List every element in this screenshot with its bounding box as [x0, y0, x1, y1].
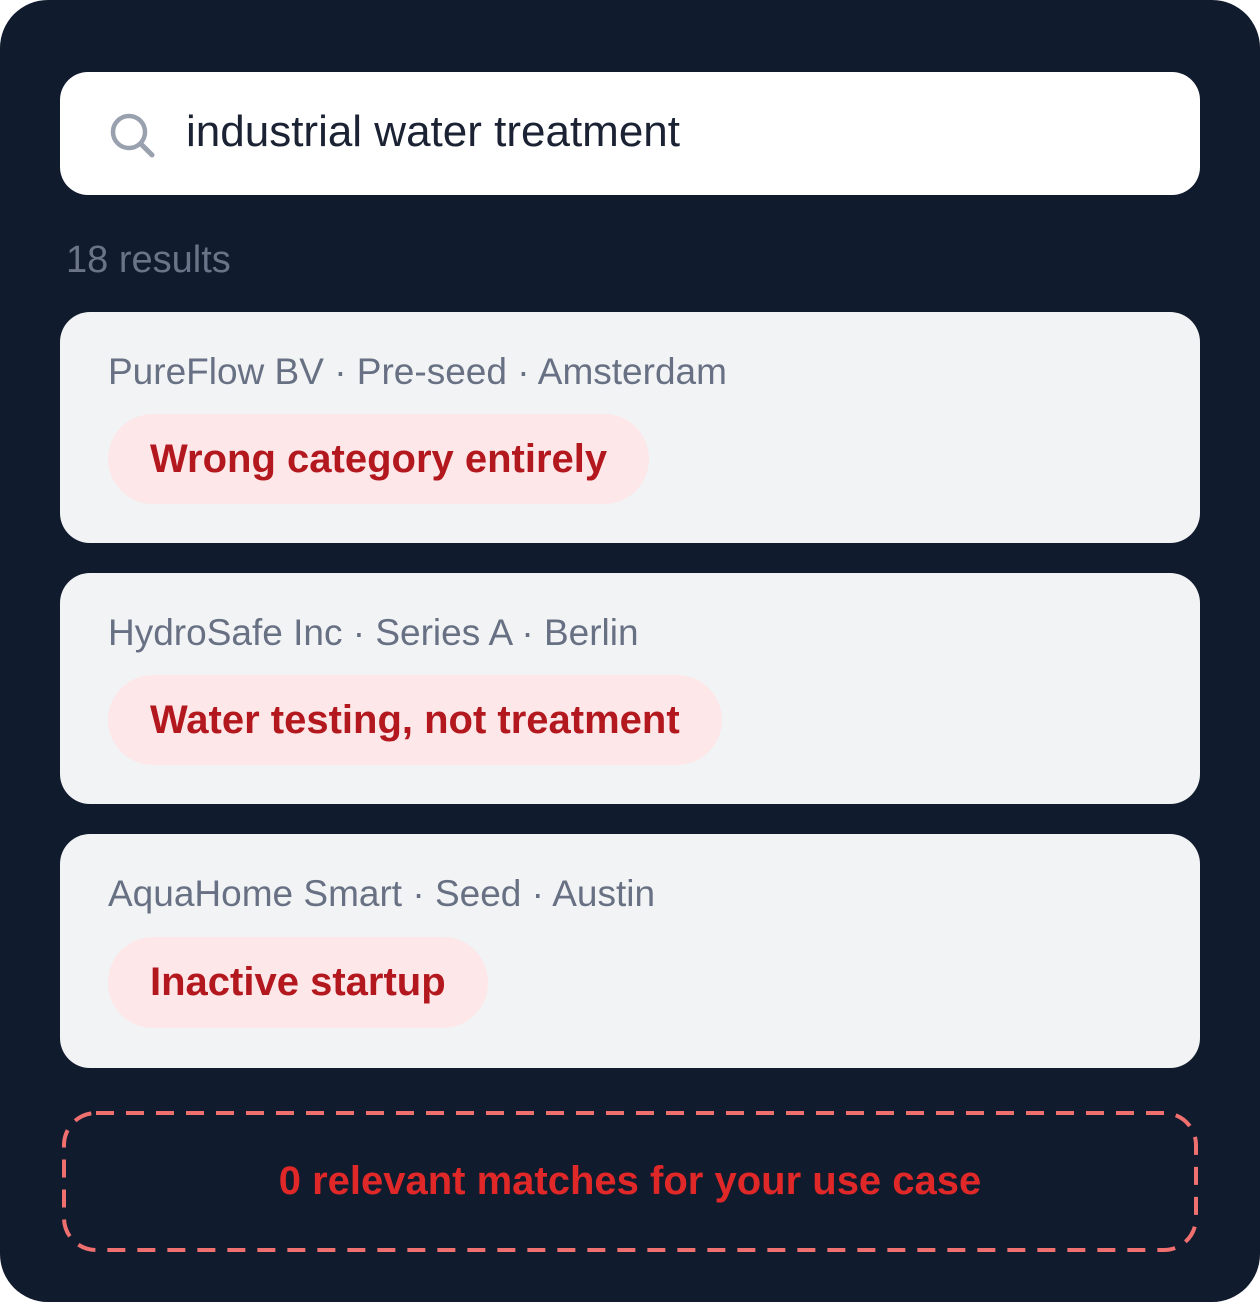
no-matches-banner: 0 relevant matches for your use case	[62, 1111, 1198, 1252]
search-icon	[110, 113, 155, 158]
rejection-tag: Inactive startup	[108, 937, 488, 1028]
result-card[interactable]: HydroSafe Inc · Series A · Berlin Water …	[60, 573, 1200, 804]
result-meta: AquaHome Smart · Seed · Austin	[108, 873, 656, 914]
result-card[interactable]: AquaHome Smart · Seed · Austin Inactive …	[60, 834, 1200, 1068]
result-count: 18 results	[66, 239, 231, 281]
rejection-tag: Wrong category entirely	[108, 414, 650, 504]
search-results-panel: industrial water treatment 18 results Pu…	[0, 0, 1260, 1302]
search-input[interactable]: industrial water treatment	[186, 106, 680, 158]
result-meta: PureFlow BV · Pre-seed · Amsterdam	[108, 351, 727, 392]
result-card[interactable]: PureFlow BV · Pre-seed · Amsterdam Wrong…	[60, 312, 1200, 543]
no-matches-text: 0 relevant matches for your use case	[278, 1159, 982, 1203]
rejection-tag: Water testing, not treatment	[108, 675, 722, 765]
result-meta: HydroSafe Inc · Series A · Berlin	[108, 612, 639, 653]
